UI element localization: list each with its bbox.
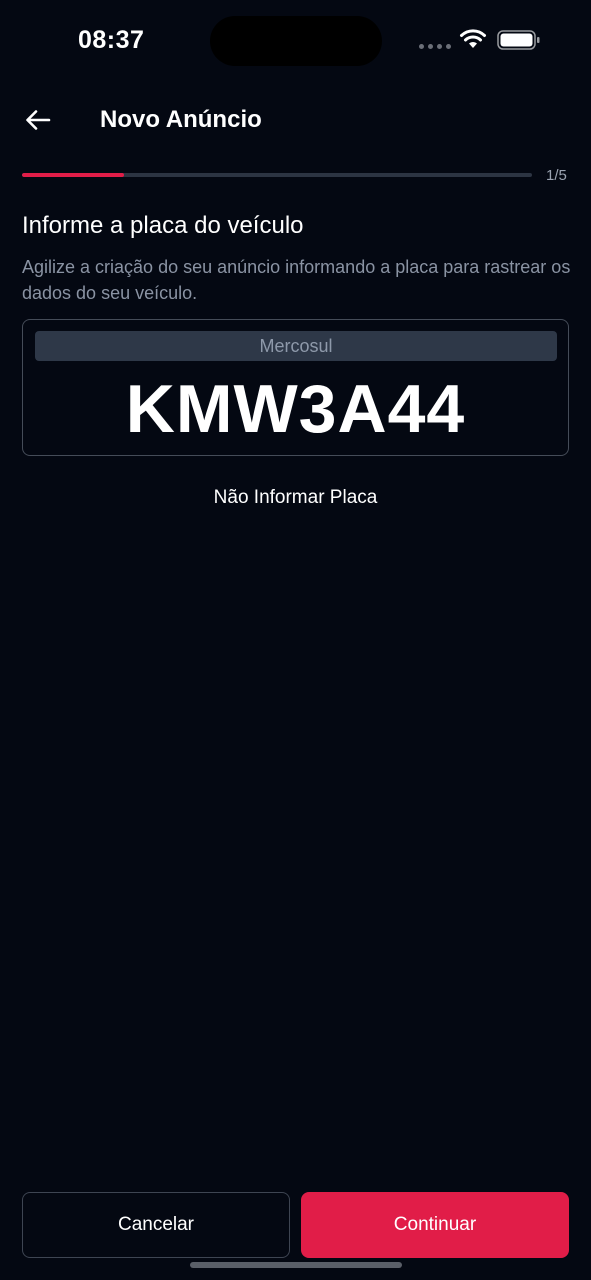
continue-button[interactable]: Continuar [301,1192,569,1258]
license-plate-input[interactable]: Mercosul KMW3A44 [22,319,569,456]
header: Novo Anúncio [0,96,591,144]
progress-label: 1/5 [546,167,567,184]
home-indicator [190,1262,402,1268]
back-button[interactable] [20,102,56,138]
dynamic-island [210,16,382,66]
progress-fill [22,173,124,177]
status-time: 08:37 [78,26,145,54]
cancel-button[interactable]: Cancelar [22,1192,290,1258]
skip-plate-link[interactable]: Não Informar Placa [0,487,591,509]
signal-icon [419,44,451,49]
progress-bar [22,173,532,177]
screen: 08:37 Novo Anúncio 1/5 Informe a placa d… [0,0,591,1280]
section-title: Informe a placa do veículo [22,212,304,239]
battery-icon [497,30,540,50]
page-title: Novo Anúncio [100,106,262,133]
section-description: Agilize a criação do seu anúncio informa… [22,257,571,303]
plate-type-label: Mercosul [35,331,557,361]
status-bar: 08:37 [0,0,591,80]
plate-number[interactable]: KMW3A44 [23,364,568,454]
arrow-left-icon [26,110,51,130]
wifi-icon [460,29,486,48]
